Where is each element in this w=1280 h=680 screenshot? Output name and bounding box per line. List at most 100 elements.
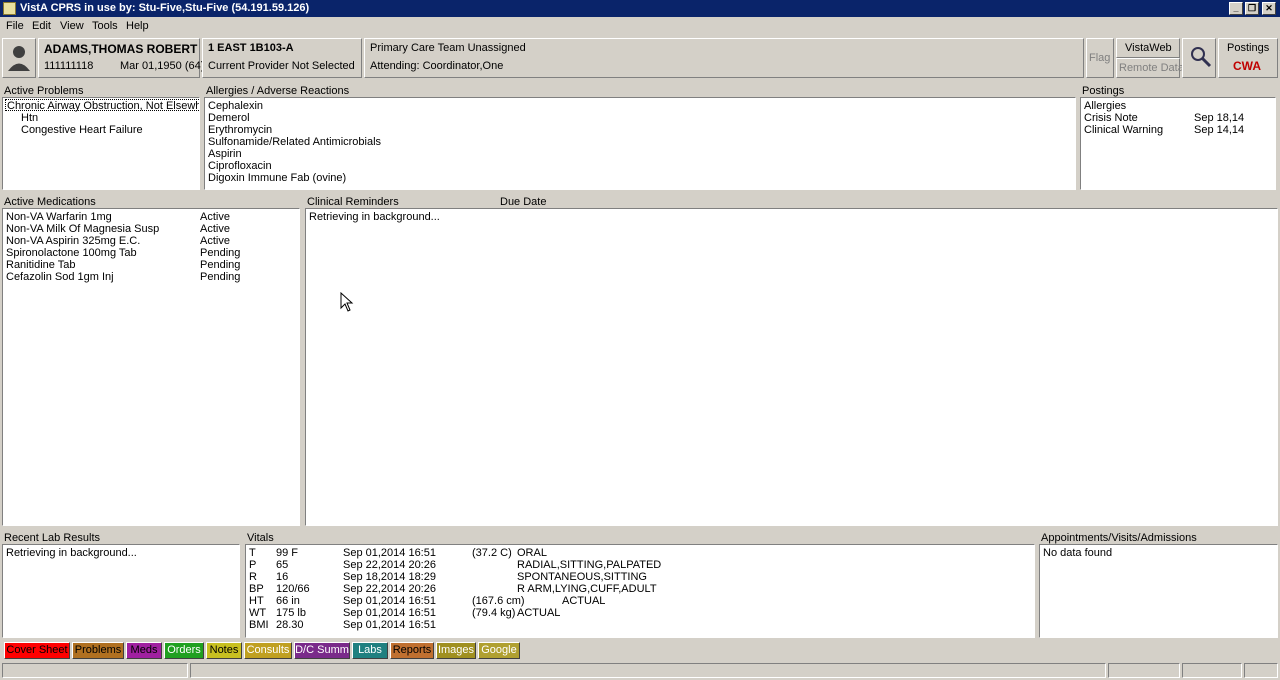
user-icon: [8, 46, 30, 71]
flag-button[interactable]: Flag: [1086, 38, 1114, 78]
vital-qualifier: SPONTANEOUS,SITTING: [517, 571, 647, 583]
tab-orders[interactable]: Orders: [164, 642, 204, 659]
vital-date: Sep 18,2014 18:29: [343, 571, 436, 583]
remote-data-button[interactable]: Remote Data: [1116, 58, 1184, 78]
list-item[interactable]: Digoxin Immune Fab (ovine): [208, 172, 346, 184]
list-item[interactable]: Crisis Note: [1084, 112, 1138, 124]
menu-tools[interactable]: Tools: [92, 20, 118, 32]
patient-name: ADAMS,THOMAS ROBERT: [44, 42, 198, 56]
menu-bar: File Edit View Tools Help: [0, 17, 1280, 36]
recent-labs-list[interactable]: Retrieving in background...: [2, 544, 240, 638]
vital-code: WT: [249, 607, 267, 619]
patient-photo-button[interactable]: [2, 38, 36, 78]
vital-value: 99 F: [276, 547, 299, 559]
tab-images[interactable]: Images: [436, 642, 476, 659]
active-problems-label: Active Problems: [4, 85, 84, 97]
list-item[interactable]: Cefazolin Sod 1gm Inj: [6, 271, 114, 283]
list-item[interactable]: Non-VA Warfarin 1mg: [6, 211, 112, 223]
remote-data-label: Remote Data: [1119, 62, 1184, 74]
vistaweb-label: VistaWeb: [1125, 42, 1172, 54]
flag-label: Flag: [1089, 52, 1111, 64]
tab-consults[interactable]: Consults: [244, 642, 292, 659]
allergies-list[interactable]: Cephalexin Demerol Erythromycin Sulfonam…: [204, 97, 1076, 190]
appointments-label: Appointments/Visits/Admissions: [1041, 532, 1197, 544]
appointments-list[interactable]: No data found: [1039, 544, 1278, 638]
vital-code: HT: [249, 595, 264, 607]
list-item[interactable]: Allergies: [1084, 100, 1126, 112]
status-segment: [190, 663, 1106, 678]
vital-code: P: [249, 559, 257, 571]
status-segment: [1182, 663, 1242, 678]
vital-value: 120/66: [276, 583, 310, 595]
postings-button[interactable]: Postings CWA: [1218, 38, 1278, 78]
menu-help[interactable]: Help: [126, 20, 149, 32]
menu-file[interactable]: File: [6, 20, 24, 32]
list-item[interactable]: Non-VA Aspirin 325mg E.C.: [6, 235, 140, 247]
med-status: Active: [200, 211, 230, 223]
list-item[interactable]: Congestive Heart Failure: [21, 124, 143, 136]
title-bar: VistA CPRS in use by: Stu-Five,Stu-Five …: [0, 0, 1280, 17]
tab-notes[interactable]: Notes: [206, 642, 242, 659]
list-item[interactable]: Clinical Warning: [1084, 124, 1163, 136]
status-segment: [1108, 663, 1180, 678]
active-problems-list[interactable]: Chronic Airway Obstruction, Not Elsewh H…: [2, 97, 200, 190]
tab-problems[interactable]: Problems: [72, 642, 124, 659]
menu-view[interactable]: View: [60, 20, 84, 32]
tab-cover-sheet[interactable]: Cover Sheet: [4, 642, 70, 659]
tab-google[interactable]: Google: [478, 642, 520, 659]
list-item[interactable]: Cephalexin: [208, 100, 263, 112]
list-item[interactable]: Erythromycin: [208, 124, 272, 136]
primary-care-button[interactable]: Primary Care Team Unassigned Attending: …: [364, 38, 1084, 78]
vital-code: R: [249, 571, 257, 583]
patient-dob: Mar 01,1950 (64): [120, 60, 205, 72]
list-item[interactable]: Aspirin: [208, 148, 242, 160]
list-item[interactable]: Spironolactone 100mg Tab: [6, 247, 137, 259]
vital-value: 175 lb: [276, 607, 306, 619]
postings-label: Postings: [1227, 42, 1270, 54]
magnifier-icon: [1191, 47, 1212, 68]
clinical-reminders-list[interactable]: Retrieving in background...: [305, 208, 1278, 526]
close-button[interactable]: ✕: [1262, 2, 1276, 15]
list-item[interactable]: Ranitidine Tab: [6, 259, 76, 271]
vistaweb-button[interactable]: VistaWeb: [1116, 38, 1180, 58]
window-title: VistA CPRS in use by: Stu-Five,Stu-Five …: [20, 2, 310, 14]
list-item[interactable]: Ciprofloxacin: [208, 160, 272, 172]
active-medications-list[interactable]: Non-VA Warfarin 1mg Active Non-VA Milk O…: [2, 208, 300, 526]
status-segment: [1244, 663, 1278, 678]
vital-metric: (79.4 kg): [472, 607, 516, 619]
vital-qualifier: ACTUAL: [517, 607, 561, 619]
cwa-indicator: CWA: [1233, 59, 1261, 73]
vitals-list[interactable]: T 99 F Sep 01,2014 16:51 (37.2 C) ORAL P…: [245, 544, 1035, 638]
vital-qualifier: R ARM,LYING,CUFF,ADULT: [517, 583, 657, 595]
list-item[interactable]: Chronic Airway Obstruction, Not Elsewh: [5, 99, 199, 112]
menu-edit[interactable]: Edit: [32, 20, 51, 32]
list-item[interactable]: Demerol: [208, 112, 250, 124]
current-provider: Current Provider Not Selected: [208, 60, 355, 72]
minimize-button[interactable]: _: [1229, 2, 1243, 15]
vital-metric: (37.2 C): [472, 547, 512, 559]
vital-value: 16: [276, 571, 289, 583]
tab-reports[interactable]: Reports: [390, 642, 434, 659]
allergies-label: Allergies / Adverse Reactions: [206, 85, 350, 97]
patient-lookup-button[interactable]: [1182, 38, 1216, 78]
list-item[interactable]: Sulfonamide/Related Antimicrobials: [208, 136, 381, 148]
tab-dc-summ[interactable]: D/C Summ: [294, 642, 350, 659]
list-item[interactable]: Htn: [21, 112, 38, 124]
clinical-reminders-label: Clinical Reminders: [307, 196, 399, 208]
med-status: Pending: [200, 247, 241, 259]
tab-meds[interactable]: Meds: [126, 642, 162, 659]
reminders-status: Retrieving in background...: [309, 211, 440, 223]
vital-date: Sep 22,2014 20:26: [343, 559, 436, 571]
list-item[interactable]: Non-VA Milk Of Magnesia Susp: [6, 223, 159, 235]
restore-button[interactable]: ❐: [1245, 2, 1259, 15]
med-status: Pending: [200, 271, 241, 283]
attending: Attending: Coordinator,One: [370, 60, 504, 72]
posting-date: Sep 14,14: [1194, 124, 1245, 136]
tab-labs[interactable]: Labs: [352, 642, 388, 659]
med-status: Pending: [200, 259, 241, 271]
encounter-button[interactable]: 1 EAST 1B103-A Current Provider Not Sele…: [202, 38, 362, 78]
vital-code: BMI: [249, 619, 269, 631]
patient-info-button[interactable]: ADAMS,THOMAS ROBERT 111111118 Mar 01,195…: [38, 38, 204, 78]
postings-list[interactable]: Allergies Crisis Note Sep 18,14 Clinical…: [1080, 97, 1276, 190]
due-date-header[interactable]: Due Date: [500, 196, 546, 208]
